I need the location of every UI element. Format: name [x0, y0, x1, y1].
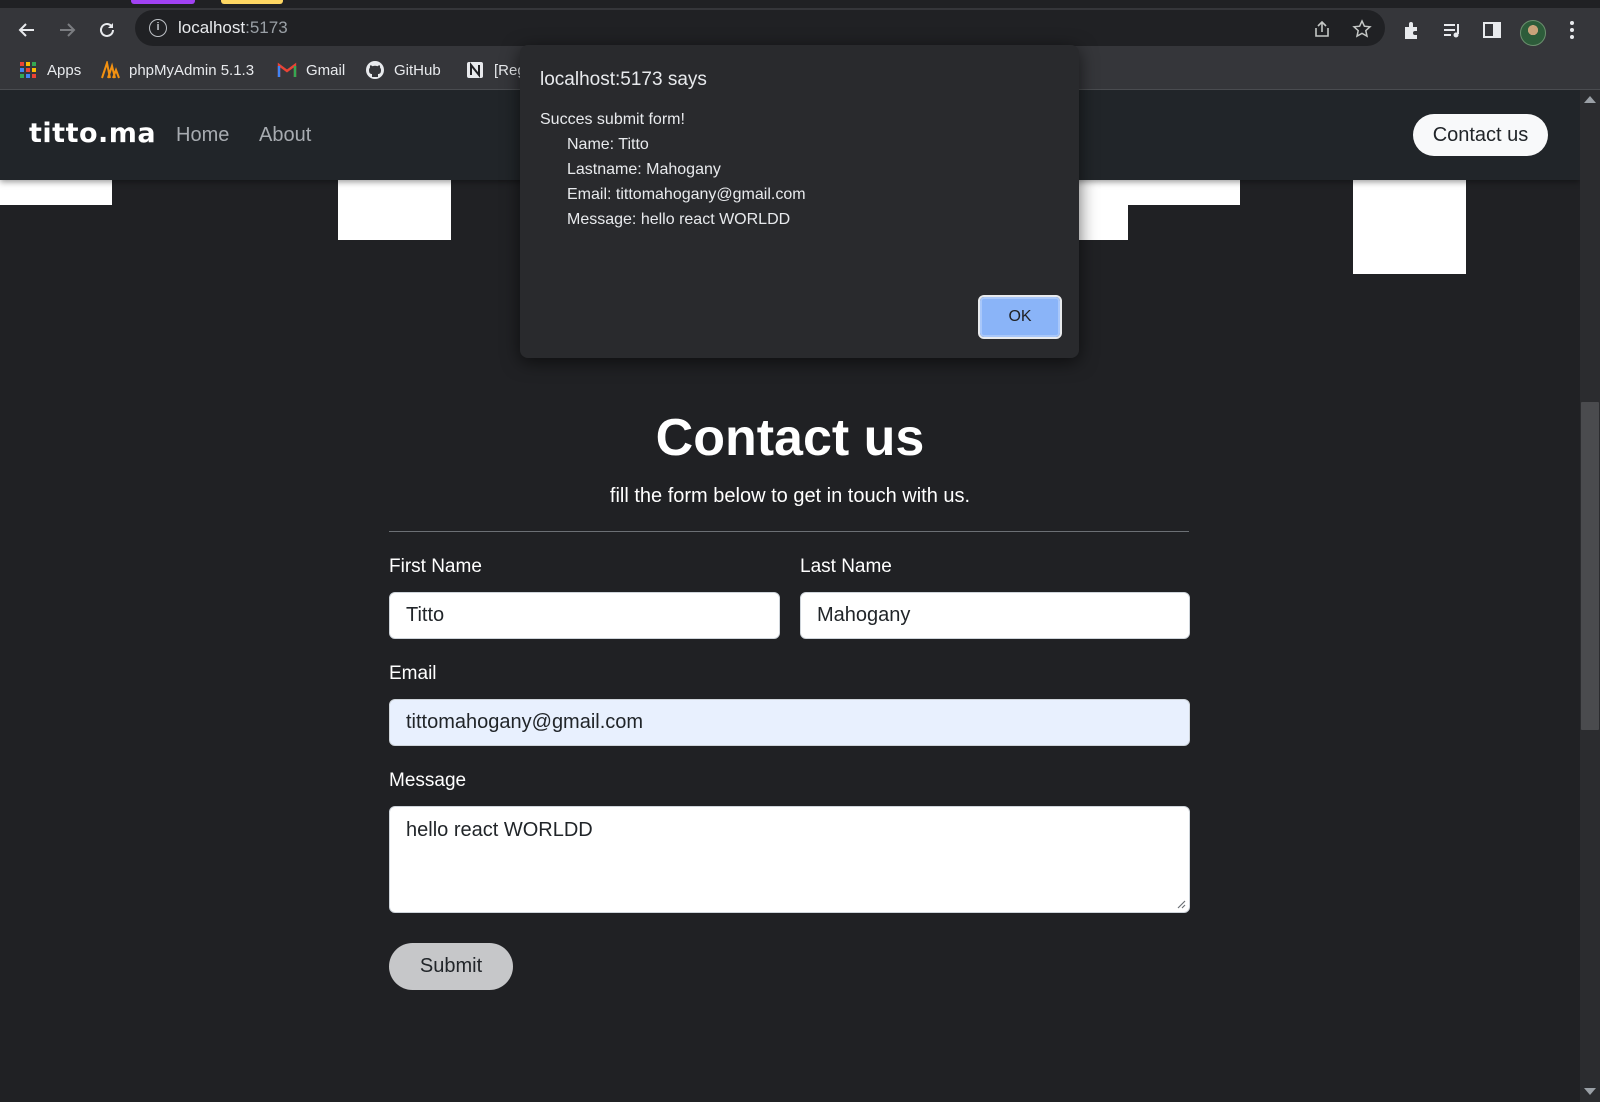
tab-strip — [0, 0, 1600, 8]
last-name-value: Mahogany — [817, 604, 911, 626]
message-value: hello react WORLDD — [406, 819, 593, 841]
first-name-label: First Name — [389, 556, 482, 577]
dialog-ok-button[interactable]: OK — [978, 295, 1062, 339]
apps-grid-icon — [18, 60, 38, 80]
page-subtitle: fill the form below to get in touch with… — [609, 485, 971, 507]
profile-avatar[interactable] — [1520, 20, 1546, 46]
first-name-value: Titto — [406, 604, 445, 626]
submit-button[interactable]: Submit — [389, 943, 513, 990]
message-textarea[interactable]: hello react WORLDD — [389, 806, 1190, 913]
nav-link-about[interactable]: About — [259, 124, 311, 147]
bookmark-star-icon[interactable] — [1351, 18, 1373, 40]
kebab-menu-icon[interactable] — [1560, 18, 1584, 42]
first-name-input[interactable]: Titto — [389, 592, 780, 639]
dialog-message: Succes submit form! Name: Titto Lastname… — [540, 107, 806, 232]
decorative-block — [338, 180, 451, 240]
bookmark-apps[interactable]: Apps — [18, 59, 81, 81]
bookmark-notion[interactable]: [Reg — [465, 59, 526, 81]
url-host: localhost — [178, 18, 246, 37]
email-value: tittomahogany@gmail.com — [406, 711, 644, 733]
bookmark-label: GitHub — [394, 61, 441, 79]
media-control-icon[interactable] — [1440, 18, 1464, 42]
dialog-title: localhost:5173 says — [540, 69, 707, 90]
decorative-block — [1353, 180, 1466, 274]
url-text[interactable]: localhost:5173 — [178, 18, 288, 38]
bookmark-label: Gmail — [306, 61, 346, 79]
section-divider — [389, 531, 1189, 532]
contact-us-button[interactable]: Contact us — [1413, 114, 1548, 156]
gmail-icon — [277, 60, 297, 80]
phpmyadmin-icon — [100, 60, 120, 80]
decorative-block — [1128, 180, 1240, 205]
tab-group-indicator-yellow[interactable] — [221, 0, 283, 4]
dialog-line: Name: Titto — [567, 136, 649, 153]
dialog-line: Lastname: Mahogany — [567, 161, 721, 178]
last-name-label: Last Name — [800, 556, 892, 577]
message-label: Message — [389, 770, 467, 791]
email-input[interactable]: tittomahogany@gmail.com — [389, 699, 1190, 746]
dialog-line: Email: tittomahogany@gmail.com — [567, 186, 806, 203]
address-bar[interactable]: i localhost:5173 — [135, 10, 1385, 46]
extensions-icon[interactable] — [1400, 18, 1424, 42]
bookmark-phpmyadmin[interactable]: phpMyAdmin 5.1.3 — [100, 59, 254, 81]
dialog-headline: Succes submit form! — [540, 111, 685, 128]
side-panel-icon[interactable] — [1480, 18, 1504, 42]
scrollbar-thumb[interactable] — [1581, 402, 1599, 730]
scroll-down-icon[interactable] — [1584, 1088, 1596, 1095]
resize-handle-icon[interactable] — [1176, 899, 1186, 909]
back-arrow-icon[interactable] — [13, 16, 41, 44]
bookmark-github[interactable]: GitHub — [365, 59, 441, 81]
notion-icon — [465, 60, 485, 80]
scroll-up-icon[interactable] — [1584, 96, 1596, 103]
site-info-icon[interactable]: i — [149, 19, 167, 37]
github-icon — [365, 60, 385, 80]
email-label: Email — [389, 663, 437, 684]
decorative-block — [0, 180, 112, 205]
share-icon[interactable] — [1311, 18, 1333, 40]
bookmark-label: phpMyAdmin 5.1.3 — [129, 61, 255, 79]
nav-link-home[interactable]: Home — [176, 124, 229, 147]
url-port: :5173 — [245, 18, 288, 37]
bookmark-label: Apps — [47, 61, 82, 79]
site-logo[interactable]: titto.ma — [29, 118, 156, 149]
forward-arrow-icon[interactable] — [53, 16, 81, 44]
alert-dialog: localhost:5173 says Succes submit form! … — [520, 45, 1079, 358]
reload-icon[interactable] — [93, 16, 121, 44]
bookmark-gmail[interactable]: Gmail — [277, 59, 345, 81]
tab-group-indicator-purple[interactable] — [131, 0, 195, 4]
dialog-line: Message: hello react WORLDD — [567, 211, 791, 228]
page-title: Contact us — [655, 409, 925, 467]
last-name-input[interactable]: Mahogany — [800, 592, 1190, 639]
